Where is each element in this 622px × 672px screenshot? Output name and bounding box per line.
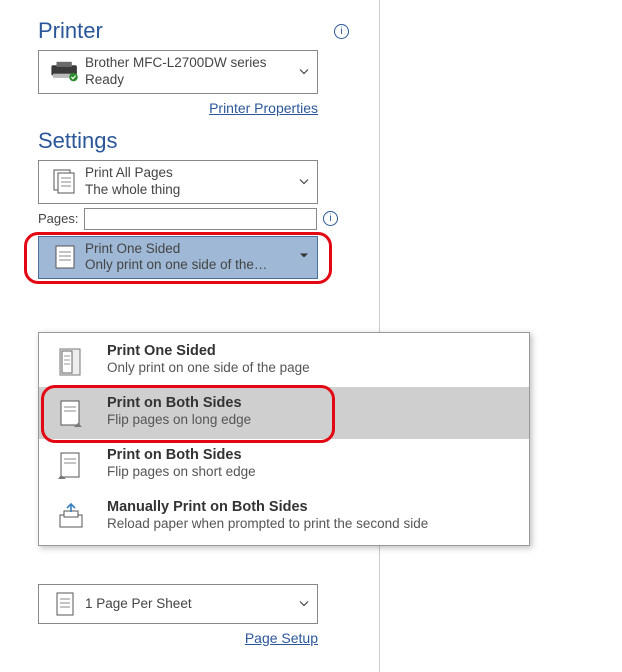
both-sides-long-icon <box>53 395 89 431</box>
menu-item-sub: Flip pages on short edge <box>107 464 256 479</box>
sides-dropdown[interactable]: Print One Sided Only print on one side o… <box>38 236 318 280</box>
print-range-sub: The whole thing <box>85 182 311 199</box>
pages-input[interactable] <box>84 208 317 230</box>
settings-section-title: Settings <box>38 128 349 154</box>
menu-item-sub: Flip pages on long edge <box>107 412 251 427</box>
chevron-down-icon <box>299 250 309 265</box>
pages-per-sheet-dropdown[interactable]: 1 Page Per Sheet <box>38 584 318 624</box>
sides-title: Print One Sided <box>85 241 311 258</box>
printer-section-title: Printer i <box>38 18 349 44</box>
menu-item-both-sides-long[interactable]: Print on Both Sides Flip pages on long e… <box>39 387 529 439</box>
printer-name: Brother MFC-L2700DW series <box>85 55 311 72</box>
both-sides-short-icon <box>53 447 89 483</box>
menu-item-one-sided[interactable]: Print One Sided Only print on one side o… <box>39 335 529 387</box>
menu-item-both-sides-short[interactable]: Print on Both Sides Flip pages on short … <box>39 439 529 491</box>
one-sided-icon <box>53 343 89 379</box>
chevron-down-icon <box>299 64 309 79</box>
menu-item-title: Print on Both Sides <box>107 447 256 463</box>
printer-title-text: Printer <box>38 18 103 44</box>
printer-properties-link[interactable]: Printer Properties <box>209 100 318 116</box>
pages-label: Pages: <box>38 211 78 226</box>
settings-title-text: Settings <box>38 128 118 154</box>
info-icon[interactable]: i <box>323 211 338 226</box>
menu-item-title: Print on Both Sides <box>107 395 251 411</box>
menu-item-title: Print One Sided <box>107 343 310 359</box>
sides-menu: Print One Sided Only print on one side o… <box>38 332 530 546</box>
printer-selector[interactable]: Brother MFC-L2700DW series Ready <box>38 50 318 94</box>
sides-sub: Only print on one side of the… <box>85 257 311 274</box>
print-range-title: Print All Pages <box>85 165 311 182</box>
pages-stack-icon <box>45 167 85 197</box>
per-sheet-title: 1 Page Per Sheet <box>85 596 311 613</box>
printer-icon <box>45 60 85 84</box>
print-range-dropdown[interactable]: Print All Pages The whole thing <box>38 160 318 204</box>
manual-duplex-icon <box>53 499 89 535</box>
menu-item-sub: Reload paper when prompted to print the … <box>107 516 428 531</box>
page-setup-link[interactable]: Page Setup <box>245 630 318 646</box>
printer-status: Ready <box>85 72 311 89</box>
pages-row: Pages: i <box>38 208 338 230</box>
one-sided-icon <box>45 242 85 272</box>
menu-item-sub: Only print on one side of the page <box>107 360 310 375</box>
info-icon[interactable]: i <box>334 24 349 39</box>
chevron-down-icon <box>299 174 309 189</box>
menu-item-manual-both-sides[interactable]: Manually Print on Both Sides Reload pape… <box>39 491 529 543</box>
page-per-sheet-icon <box>45 589 85 619</box>
menu-item-title: Manually Print on Both Sides <box>107 499 428 515</box>
chevron-down-icon <box>299 597 309 612</box>
